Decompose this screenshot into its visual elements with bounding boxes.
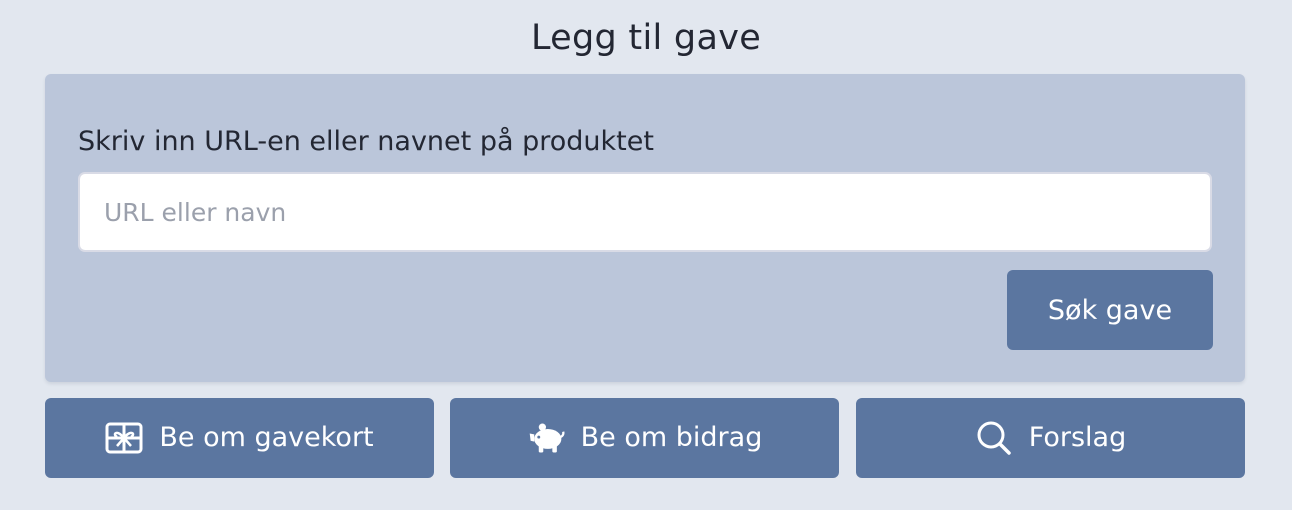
request-gift-card-button[interactable]: Be om gavekort — [45, 398, 434, 478]
gift-query-label: Skriv inn URL-en eller navnet på produkt… — [78, 126, 654, 157]
search-gift-button[interactable]: Søk gave — [1007, 270, 1213, 350]
request-gift-card-label: Be om gavekort — [159, 422, 374, 453]
page-title: Legg til gave — [530, 18, 762, 58]
request-contribution-label: Be om bidrag — [580, 422, 763, 453]
gift-action-row: Be om gavekort Be om bidrag Forslag — [45, 398, 1245, 478]
piggy-bank-icon — [527, 419, 565, 457]
gift-url-or-name-input[interactable] — [78, 172, 1212, 252]
search-icon — [975, 419, 1013, 457]
suggestions-label: Forslag — [1028, 422, 1127, 453]
add-gift-card: Skriv inn URL-en eller navnet på produkt… — [45, 74, 1245, 382]
request-contribution-button[interactable]: Be om bidrag — [450, 398, 839, 478]
suggestions-button[interactable]: Forslag — [856, 398, 1245, 478]
gift-card-icon — [105, 419, 143, 457]
